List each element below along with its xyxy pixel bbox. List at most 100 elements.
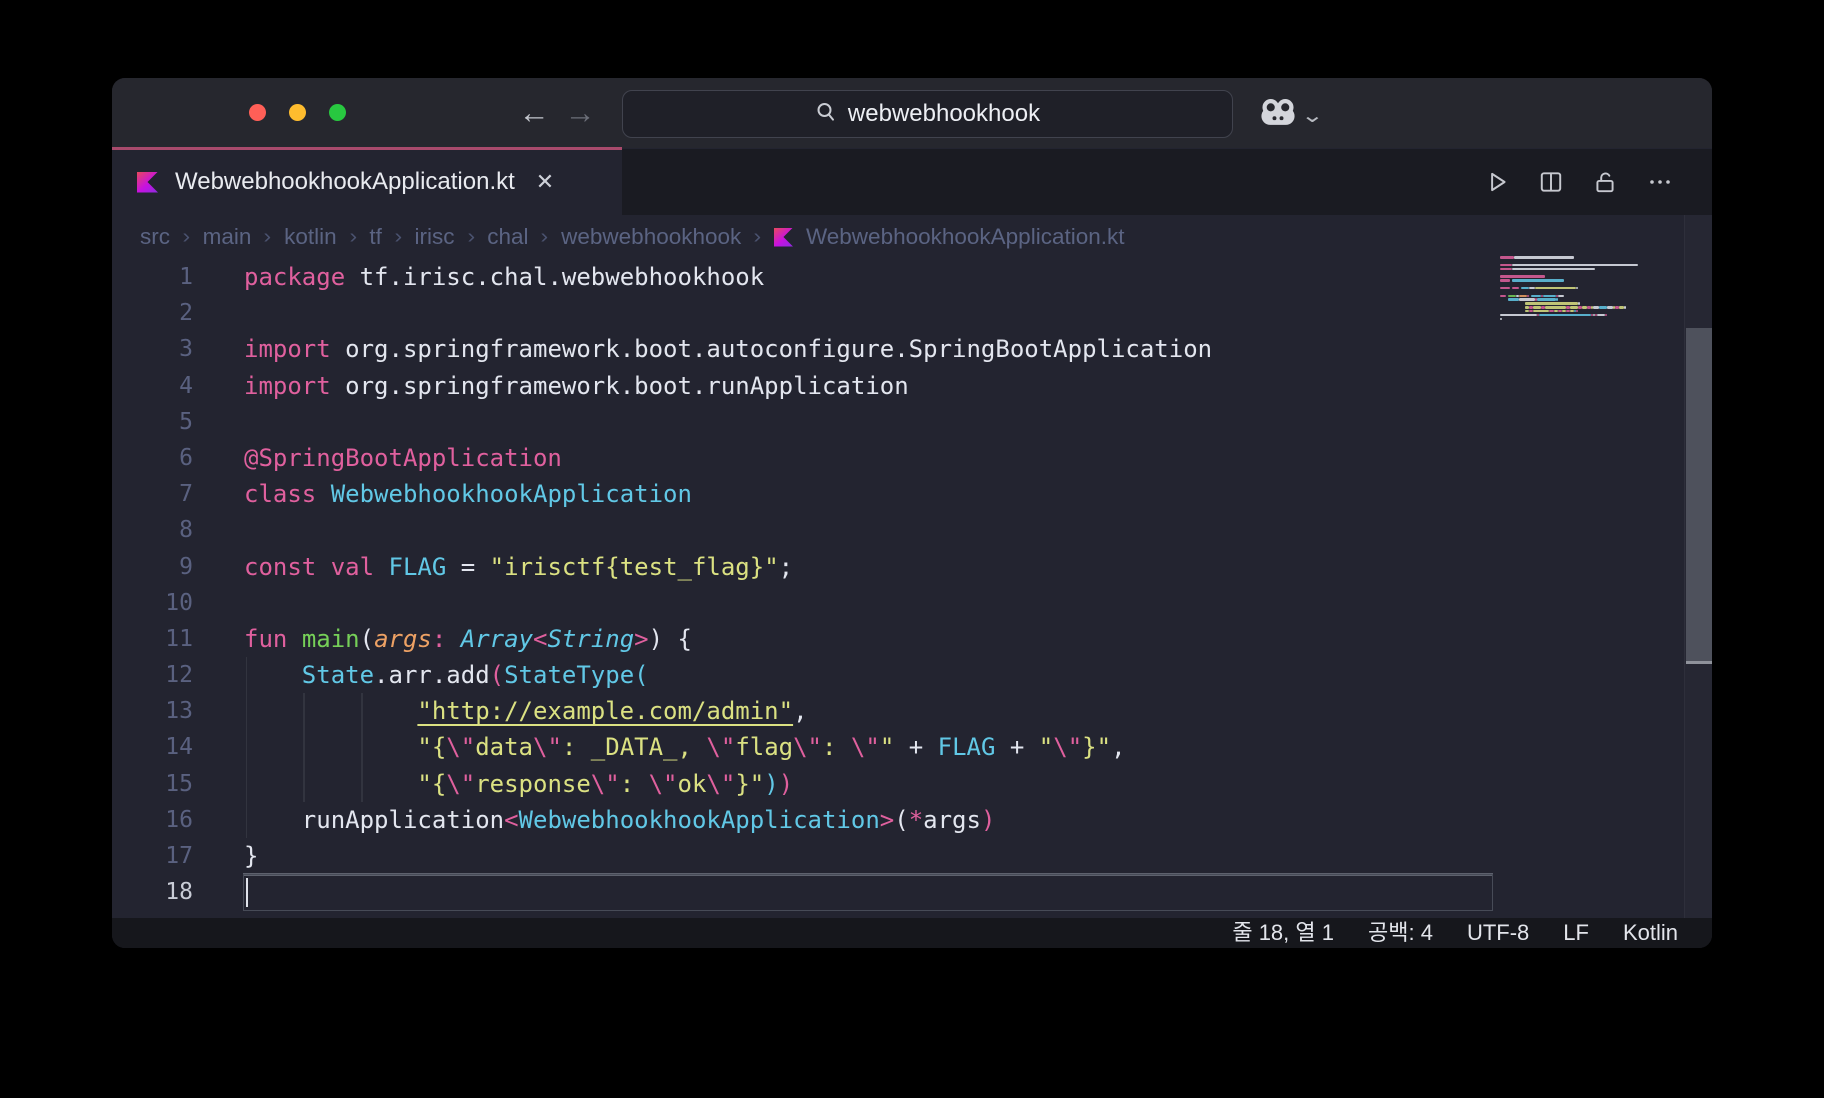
breadcrumb[interactable]: src › main › kotlin › tf › irisc › chal › webwebhook… xyxy=(112,215,1712,259)
project-search-button[interactable]: webwebhookhook xyxy=(622,90,1233,138)
code-line-10[interactable] xyxy=(244,585,1494,621)
code-line-7[interactable]: class WebwebhookhookApplication xyxy=(244,476,1494,512)
line-number[interactable]: 2 xyxy=(112,295,193,331)
chevron-down-icon: ⌄ xyxy=(1300,104,1325,127)
unlock-icon[interactable] xyxy=(1592,169,1618,195)
code-line-11[interactable]: fun main(args: Array<String>) { xyxy=(244,621,1494,657)
line-number[interactable]: 10 xyxy=(112,585,193,621)
back-button[interactable]: ← xyxy=(514,91,554,135)
play-icon[interactable] xyxy=(1484,169,1510,195)
active-line-outline xyxy=(243,874,1493,911)
minimap[interactable] xyxy=(1500,256,1652,376)
minimap-token xyxy=(1557,294,1564,297)
code-line-6[interactable]: @SpringBootApplication xyxy=(244,440,1494,476)
line-number[interactable]: 7 xyxy=(112,476,193,512)
indent-guide xyxy=(361,693,363,802)
editor-toolbar xyxy=(1484,149,1674,215)
code-line-14[interactable]: "{\"data\": _DATA_, \"flag\": \"" + FLAG… xyxy=(244,729,1494,765)
line-number[interactable]: 11 xyxy=(112,621,193,657)
code-line-4[interactable]: import org.springframework.boot.runAppli… xyxy=(244,368,1494,404)
code-line-12[interactable]: State.arr.add(StateType( xyxy=(244,657,1494,693)
scrollbar-thumb[interactable] xyxy=(1686,328,1712,661)
minimize-window-button[interactable] xyxy=(289,104,306,121)
line-number[interactable]: 17 xyxy=(112,838,193,874)
line-number[interactable]: 1 xyxy=(112,259,193,295)
minimap-token xyxy=(1582,306,1587,309)
close-tab-icon[interactable]: ✕ xyxy=(536,169,554,195)
kotlin-logo-icon xyxy=(137,171,158,193)
minimap-token xyxy=(1512,263,1639,267)
split-pane-icon[interactable] xyxy=(1538,169,1564,195)
minimap-token xyxy=(1530,294,1542,297)
text-cursor xyxy=(245,877,248,907)
code-line-16[interactable]: runApplication<WebwebhookhookApplication… xyxy=(244,802,1494,838)
breadcrumb-separator: › xyxy=(467,225,475,248)
breadcrumb-item-kotlin[interactable]: kotlin xyxy=(284,224,337,250)
breadcrumb-item-webwebhookhookapplication.kt[interactable]: WebwebhookhookApplication.kt xyxy=(806,224,1125,250)
line-number[interactable]: 18 xyxy=(112,874,193,910)
close-window-button[interactable] xyxy=(249,104,266,121)
minimap-token xyxy=(1605,313,1608,317)
status-bar: 줄 18, 열 1 공백: 4 UTF-8 LF Kotlin xyxy=(112,918,1712,948)
minimap-token xyxy=(1514,256,1575,259)
minimap-token xyxy=(1592,306,1599,309)
titlebar[interactable]: ← → webwebhookhook ⌄ xyxy=(112,78,1712,148)
code-content[interactable]: package tf.irisc.chal.webwebhookhook impo… xyxy=(243,259,1494,918)
line-number[interactable]: 5 xyxy=(112,404,193,440)
line-number[interactable]: 8 xyxy=(112,512,193,548)
code-line-17[interactable]: } xyxy=(244,838,1494,874)
minimap-token xyxy=(1555,298,1558,301)
code-line-13[interactable]: "http://example.com/admin", xyxy=(244,693,1494,729)
line-number[interactable]: 13 xyxy=(112,693,193,729)
search-icon xyxy=(815,101,837,128)
minimap-token xyxy=(1537,298,1556,301)
code-line-15[interactable]: "{\"response\": \"ok\"}")) xyxy=(244,766,1494,802)
minimap-token xyxy=(1520,286,1529,290)
status-item-language-mode[interactable]: Kotlin xyxy=(1623,918,1678,948)
collaboration-menu-button[interactable]: ⌄ xyxy=(1260,98,1325,132)
zoom-window-button[interactable] xyxy=(329,104,346,121)
line-number[interactable]: 3 xyxy=(112,331,193,367)
breadcrumb-separator: › xyxy=(394,225,403,248)
line-number[interactable]: 4 xyxy=(112,368,193,404)
code-editor[interactable]: 1 2 3 4 5 6 7 8 9 10 11 12 13 14 15 16 17 18 package tf.i… xyxy=(112,215,1712,918)
status-item-encoding[interactable]: UTF-8 xyxy=(1467,918,1529,948)
line-number[interactable]: 15 xyxy=(112,766,193,802)
vertical-scrollbar[interactable] xyxy=(1684,215,1712,918)
breadcrumb-item-main[interactable]: main xyxy=(203,224,252,250)
minimap-token xyxy=(1596,313,1606,317)
line-number[interactable]: 14 xyxy=(112,729,193,765)
code-line-3[interactable]: import org.springframework.boot.autoconf… xyxy=(244,331,1494,367)
forward-button[interactable]: → xyxy=(560,91,600,135)
minimap-token xyxy=(1500,263,1513,267)
code-line-5[interactable] xyxy=(244,404,1494,440)
code-line-9[interactable]: const val FLAG = "irisctf{test_flag}"; xyxy=(244,549,1494,585)
breadcrumb-item-src[interactable]: src xyxy=(140,224,170,250)
minimap-token xyxy=(1500,275,1546,278)
line-number[interactable]: 16 xyxy=(112,802,193,838)
breadcrumb-item-irisc[interactable]: irisc xyxy=(415,224,455,250)
breadcrumb-separator: › xyxy=(182,225,191,248)
minimap-token xyxy=(1500,313,1538,317)
minimap-token xyxy=(1500,256,1515,259)
code-line-1[interactable]: package tf.irisc.chal.webwebhookhook xyxy=(244,259,1494,295)
breadcrumb-item-webwebhookhook[interactable]: webwebhookhook xyxy=(561,224,741,250)
minimap-token xyxy=(1543,294,1556,297)
ellipsis-icon[interactable] xyxy=(1646,169,1674,195)
breadcrumb-item-chal[interactable]: chal xyxy=(487,224,528,250)
breadcrumb-separator: › xyxy=(349,225,357,248)
status-item-line-ending[interactable]: LF xyxy=(1563,918,1589,948)
line-number[interactable]: 9 xyxy=(112,549,193,585)
line-number-gutter: 1 2 3 4 5 6 7 8 9 10 11 12 13 14 15 16 17 18 xyxy=(112,259,193,910)
line-number[interactable]: 12 xyxy=(112,657,193,693)
status-item-indent-setting[interactable]: 공백: 4 xyxy=(1368,918,1433,948)
minimap-token xyxy=(1576,286,1579,290)
breadcrumb-item-tf[interactable]: tf xyxy=(369,224,382,250)
minimap-token xyxy=(1500,294,1507,297)
code-line-2[interactable] xyxy=(244,295,1494,331)
status-item-cursor-position[interactable]: 줄 18, 열 1 xyxy=(1232,918,1334,948)
tab-webwebhookhookapplication-kt[interactable]: WebwebhookhookApplication.kt ✕ xyxy=(112,149,622,215)
line-number[interactable]: 6 xyxy=(112,440,193,476)
desktop-background: ← → webwebhookhook ⌄ WebwebhookhookAppli… xyxy=(0,0,1824,1098)
code-line-8[interactable] xyxy=(244,512,1494,548)
